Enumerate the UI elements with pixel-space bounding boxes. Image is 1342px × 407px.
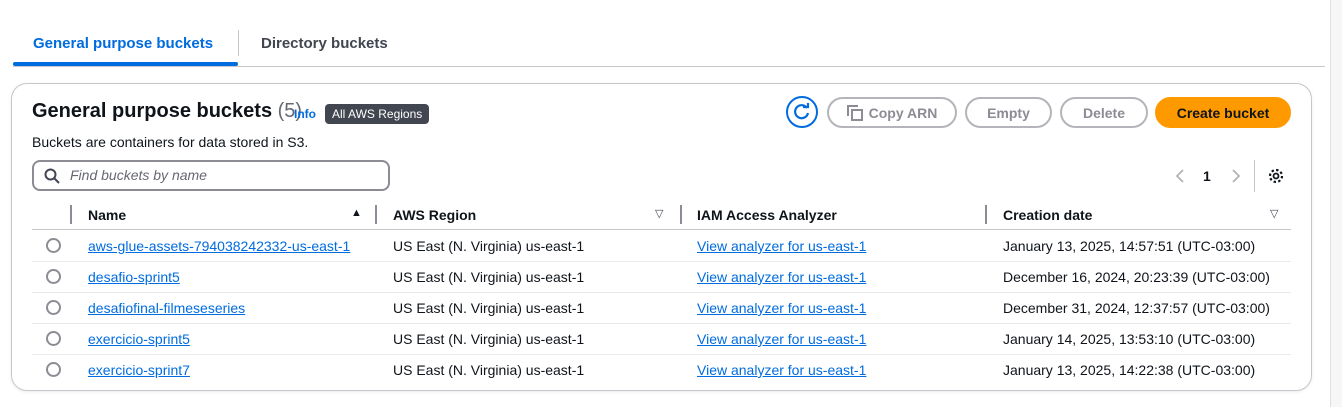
- tab-bar-line: [13, 66, 1325, 67]
- bucket-region: US East (N. Virginia) us-east-1: [393, 300, 585, 316]
- search-field[interactable]: [32, 160, 390, 191]
- view-analyzer-link[interactable]: View analyzer for us-east-1: [697, 331, 866, 347]
- page-title: General purpose buckets (5): [32, 100, 302, 123]
- column-divider: [70, 205, 72, 224]
- view-analyzer-link[interactable]: View analyzer for us-east-1: [697, 300, 866, 316]
- sort-icon[interactable]: ▽: [655, 207, 663, 220]
- row-divider: [32, 261, 1291, 262]
- bucket-region: US East (N. Virginia) us-east-1: [393, 238, 585, 254]
- scrollbar[interactable]: [1330, 0, 1342, 407]
- row-divider: [32, 354, 1291, 355]
- creation-date: January 14, 2025, 13:53:10 (UTC-03:00): [1003, 331, 1256, 347]
- creation-date: December 16, 2024, 20:23:39 (UTC-03:00): [1003, 269, 1270, 285]
- column-divider: [680, 205, 682, 224]
- view-analyzer-link[interactable]: View analyzer for us-east-1: [697, 238, 866, 254]
- tab-divider: [238, 30, 239, 56]
- title-text: General purpose buckets: [32, 100, 273, 122]
- bucket-name-link[interactable]: exercicio-sprint5: [88, 331, 190, 347]
- settings-gear-icon[interactable]: [1268, 168, 1284, 184]
- sort-icon[interactable]: ▽: [1270, 207, 1278, 220]
- view-analyzer-link[interactable]: View analyzer for us-east-1: [697, 362, 866, 378]
- pagination-divider: [1254, 160, 1255, 192]
- row-select-radio[interactable]: [46, 238, 61, 253]
- bucket-region: US East (N. Virginia) us-east-1: [393, 362, 585, 378]
- row-select-radio[interactable]: [46, 269, 61, 284]
- panel-description: Buckets are containers for data stored i…: [32, 134, 309, 150]
- row-select-radio[interactable]: [46, 362, 61, 377]
- header-divider: [32, 229, 1291, 230]
- tab-directory-buckets[interactable]: Directory buckets: [261, 35, 388, 52]
- column-divider: [985, 205, 987, 224]
- tab-general-purpose-buckets[interactable]: General purpose buckets: [33, 35, 213, 52]
- view-analyzer-link[interactable]: View analyzer for us-east-1: [697, 269, 866, 285]
- sort-ascending-icon[interactable]: ▲: [351, 207, 362, 219]
- bucket-name-link[interactable]: aws-glue-assets-794038242332-us-east-1: [88, 238, 350, 254]
- row-select-radio[interactable]: [46, 331, 61, 346]
- next-page-icon[interactable]: [1231, 169, 1241, 183]
- row-divider: [32, 292, 1291, 293]
- active-tab-indicator: [13, 62, 238, 66]
- search-input[interactable]: [70, 167, 370, 183]
- column-header-region[interactable]: AWS Region: [393, 207, 476, 223]
- copy-arn-button[interactable]: Copy ARN: [827, 97, 957, 128]
- bucket-name-link[interactable]: exercicio-sprint7: [88, 362, 190, 378]
- refresh-button[interactable]: [786, 96, 818, 128]
- creation-date: January 13, 2025, 14:22:38 (UTC-03:00): [1003, 362, 1256, 378]
- column-header-analyzer: IAM Access Analyzer: [697, 207, 837, 223]
- current-page[interactable]: 1: [1203, 168, 1211, 184]
- column-divider: [375, 205, 377, 224]
- copy-arn-label: Copy ARN: [868, 104, 938, 121]
- search-icon: [44, 168, 60, 184]
- bucket-region: US East (N. Virginia) us-east-1: [393, 269, 585, 285]
- info-link[interactable]: Info: [294, 107, 316, 121]
- empty-button[interactable]: Empty: [965, 97, 1052, 128]
- region-badge: All AWS Regions: [325, 104, 430, 124]
- bucket-name-link[interactable]: desafio-sprint5: [88, 269, 180, 285]
- bucket-region: US East (N. Virginia) us-east-1: [393, 331, 585, 347]
- row-divider: [32, 323, 1291, 324]
- column-header-creation-date[interactable]: Creation date: [1003, 207, 1092, 223]
- creation-date: December 31, 2024, 12:37:57 (UTC-03:00): [1003, 300, 1270, 316]
- previous-page-icon[interactable]: [1175, 169, 1185, 183]
- refresh-icon: [794, 103, 810, 120]
- creation-date: January 13, 2025, 14:57:51 (UTC-03:00): [1003, 238, 1256, 254]
- row-select-radio[interactable]: [46, 300, 61, 315]
- copy-icon: [846, 104, 863, 121]
- column-header-name[interactable]: Name: [88, 207, 126, 223]
- delete-button[interactable]: Delete: [1060, 97, 1148, 128]
- bucket-name-link[interactable]: desafiofinal-filmeseseries: [88, 300, 245, 316]
- create-bucket-button[interactable]: Create bucket: [1155, 97, 1291, 128]
